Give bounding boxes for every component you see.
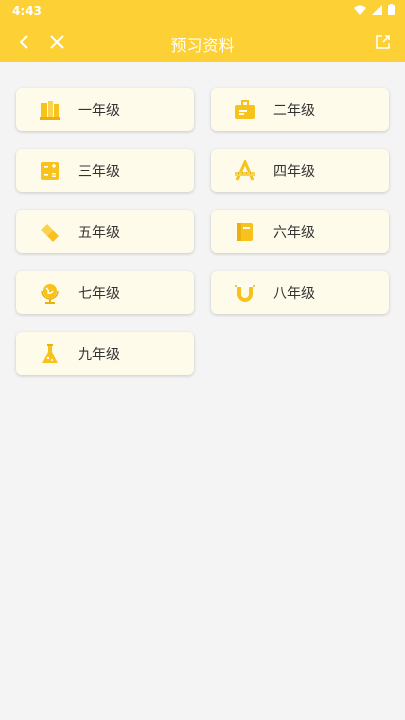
grade-card-7[interactable]: 七年级 [16, 271, 194, 314]
grade-card-6[interactable]: 六年级 [211, 210, 389, 253]
grade-label: 五年级 [78, 224, 120, 241]
grade-label: 九年级 [78, 346, 120, 363]
letter-a-ruler-icon [233, 159, 257, 183]
wifi-icon [354, 5, 366, 15]
grade-label: 七年级 [78, 285, 120, 302]
share-icon [376, 35, 390, 49]
grade-label: 四年级 [273, 163, 315, 180]
grade-card-3[interactable]: 三年级 [16, 149, 194, 192]
grade-label: 一年级 [78, 102, 120, 119]
globe-icon [38, 281, 62, 305]
flask-icon [38, 342, 62, 366]
grade-card-2[interactable]: 二年级 [211, 88, 389, 131]
signal-icon [372, 4, 382, 15]
status-time: 4:43 [12, 4, 42, 18]
grade-label: 六年级 [273, 224, 315, 241]
grade-card-4[interactable]: 四年级 [211, 149, 389, 192]
status-icons [354, 4, 395, 15]
status-bar: 4:43 [0, 0, 405, 22]
book-stack-icon [38, 98, 62, 122]
grade-card-9[interactable]: 九年级 [16, 332, 194, 375]
share-button[interactable] [371, 30, 395, 54]
grade-label: 八年级 [273, 285, 315, 302]
grade-card-5[interactable]: 五年级 [16, 210, 194, 253]
document-bag-icon [233, 98, 257, 122]
eraser-icon [38, 220, 62, 244]
notebook-icon [233, 220, 257, 244]
magnet-icon [233, 281, 257, 305]
calculator-icon [38, 159, 62, 183]
page-title: 预习资料 [170, 36, 235, 55]
grade-card-1[interactable]: 一年级 [16, 88, 194, 131]
toolbar: 预习资料 [0, 22, 405, 62]
grade-label: 三年级 [78, 163, 120, 180]
grade-label: 二年级 [273, 102, 315, 119]
grade-card-8[interactable]: 八年级 [211, 271, 389, 314]
battery-icon [388, 4, 395, 15]
